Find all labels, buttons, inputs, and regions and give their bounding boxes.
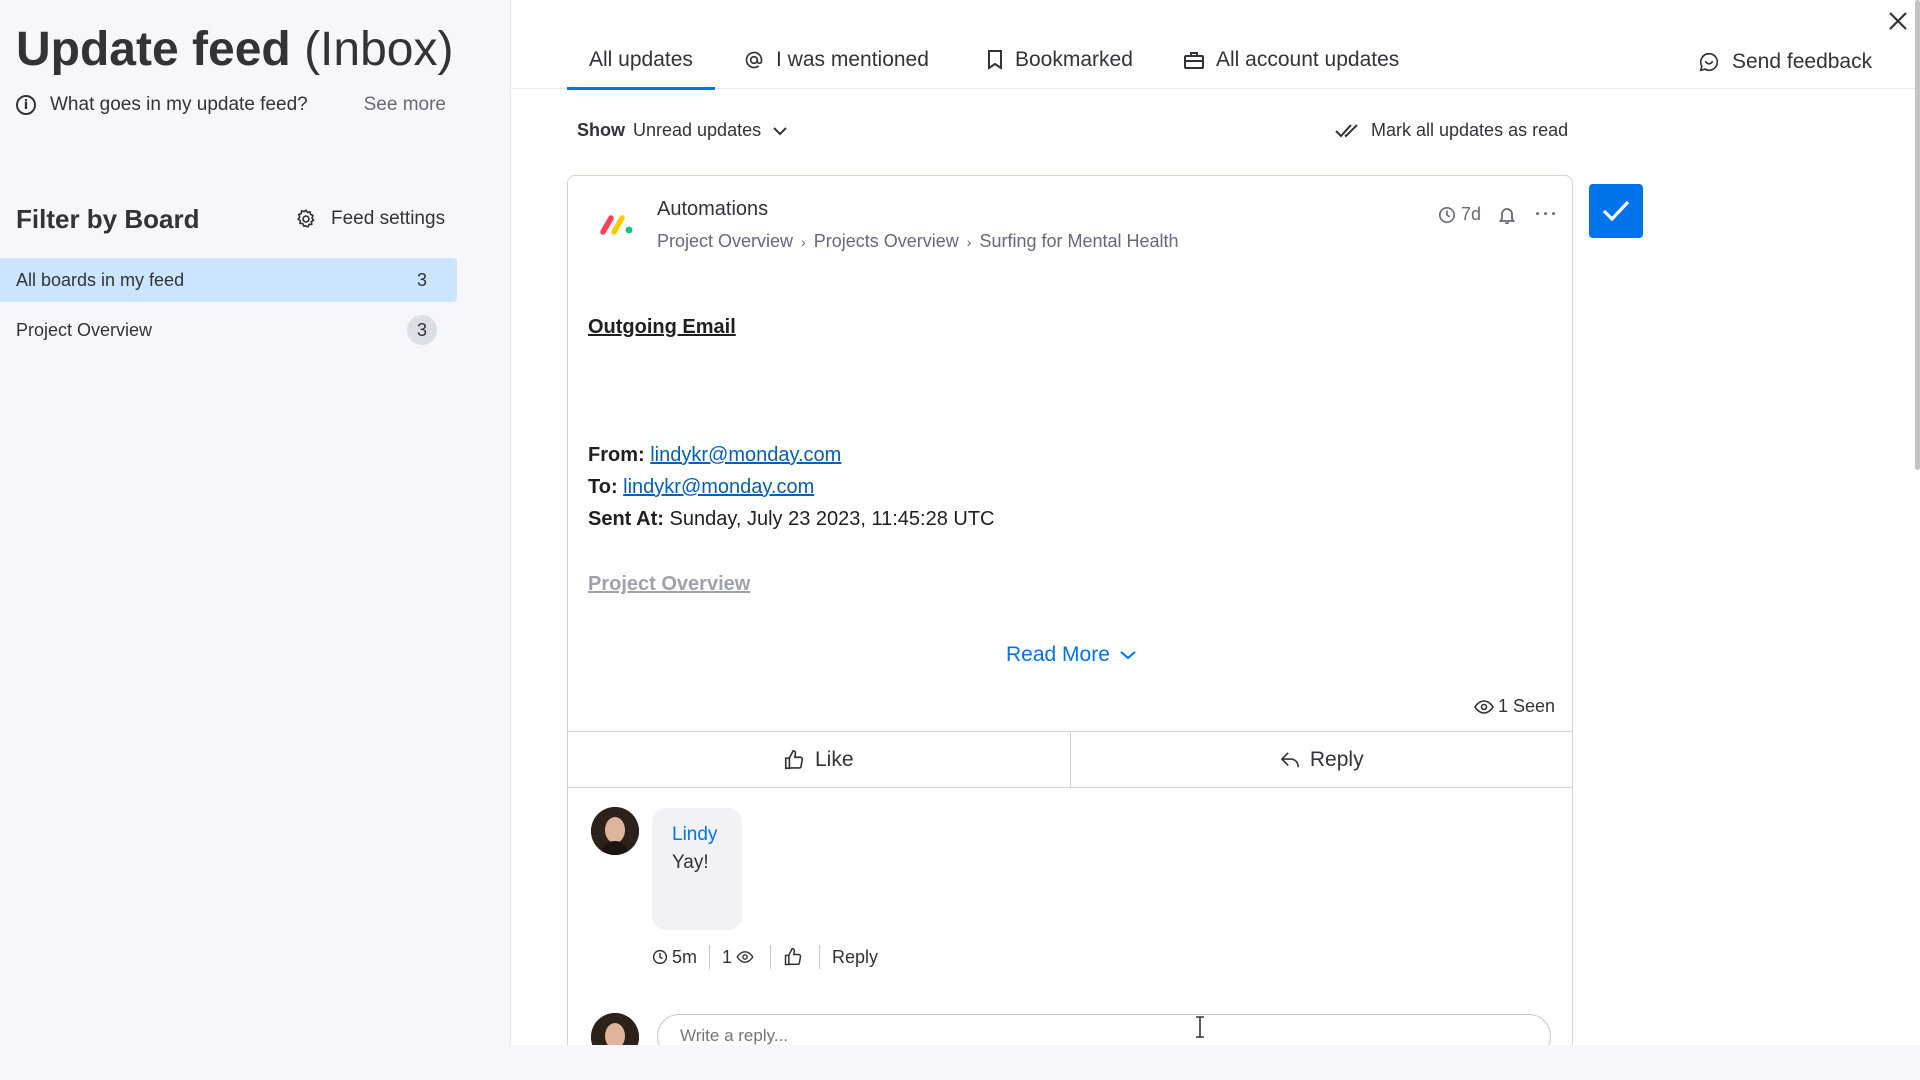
reply-reply-label: Reply <box>832 946 879 967</box>
email-from-label: From: <box>588 444 645 466</box>
info-icon: i <box>16 95 36 115</box>
update-sender[interactable]: Automations <box>657 198 768 221</box>
info-row: i What goes in my update feed? See more <box>16 92 446 118</box>
tab-i-was-mentioned[interactable]: I was mentioned <box>744 46 929 74</box>
reply-age-value: 5m <box>672 946 698 967</box>
tab-label: All updates <box>589 48 693 71</box>
board-item-all-boards[interactable]: All boards in my feed 3 <box>0 258 457 302</box>
reply-author[interactable]: Lindy <box>672 824 717 846</box>
reply-views[interactable]: 1 <box>709 945 770 969</box>
mark-all-read-button[interactable]: Mark all updates as read <box>1335 120 1568 141</box>
chevron-down-icon <box>1120 651 1136 660</box>
board-item-count: 3 <box>407 315 437 345</box>
breadcrumb: Project Overview › Projects Overview › S… <box>657 231 1179 252</box>
read-more-label: Read More <box>1006 643 1110 666</box>
bell-icon[interactable] <box>1499 206 1516 224</box>
tab-bar <box>511 0 1920 89</box>
email-sent-row: Sent At: Sunday, July 23 2023, 11:45:28 … <box>588 508 995 531</box>
page-title-main: Update feed <box>16 23 291 76</box>
show-label: Show <box>577 120 625 140</box>
see-more-link[interactable]: See more <box>364 94 446 116</box>
briefcase-icon <box>1184 52 1204 69</box>
email-to-row: To: lindykr@monday.com <box>588 476 814 499</box>
mark-read-checkbox[interactable] <box>1589 184 1643 238</box>
board-item-label: All boards in my feed <box>16 269 185 290</box>
email-to-link[interactable]: lindykr@monday.com <box>623 476 814 498</box>
thumbs-up-icon <box>784 947 802 966</box>
chevron-right-icon: › <box>966 233 972 250</box>
reply-text: Yay! <box>672 852 709 873</box>
close-icon[interactable] <box>1885 8 1911 34</box>
breadcrumb-item[interactable]: Surfing for Mental Health <box>979 231 1178 252</box>
email-from-link[interactable]: lindykr@monday.com <box>650 444 841 466</box>
like-button[interactable]: Like <box>567 732 1070 787</box>
show-dropdown-value: Unread updates <box>633 120 762 140</box>
reply-age: 5m <box>652 945 709 969</box>
reply-like-button[interactable] <box>770 945 819 969</box>
bookmark-icon <box>988 50 1002 70</box>
update-age: 7d <box>1461 204 1482 224</box>
avatar[interactable] <box>591 807 639 855</box>
clock-icon <box>1438 206 1456 223</box>
bottom-strip <box>0 1045 1920 1080</box>
board-item-label: Project Overview <box>16 319 153 340</box>
show-filter: Show Unread updates <box>577 120 787 141</box>
clock-icon <box>652 949 668 965</box>
chevron-down-icon <box>773 126 787 135</box>
reply-meta: 5m 1 Reply <box>652 945 890 969</box>
tab-label: Bookmarked <box>1015 48 1133 71</box>
breadcrumb-item[interactable]: Project Overview <box>657 231 793 252</box>
update-actions: Like Reply <box>567 731 1573 788</box>
chevron-right-icon: › <box>801 233 806 250</box>
reply-label: Reply <box>1309 747 1364 771</box>
tab-all-updates[interactable]: All updates <box>567 46 715 90</box>
eye-icon <box>1474 699 1494 714</box>
eye-icon <box>736 951 754 963</box>
monday-logo-icon <box>600 215 633 235</box>
at-icon <box>745 51 763 69</box>
show-dropdown[interactable]: Unread updates <box>633 120 787 141</box>
feedback-icon <box>1699 52 1719 72</box>
update-meta: 7d ··· <box>1438 204 1559 225</box>
thumbs-up-icon <box>784 749 804 769</box>
filter-by-board-heading: Filter by Board <box>16 204 200 234</box>
email-sent-value: Sunday, July 23 2023, 11:45:28 UTC <box>669 508 995 530</box>
seen-indicator[interactable]: 1 Seen <box>1474 696 1555 717</box>
tab-bookmarked[interactable]: Bookmarked <box>987 46 1133 74</box>
reply-reply-button[interactable]: Reply <box>819 945 890 969</box>
reply-views-count: 1 <box>722 946 733 967</box>
page-title-sub: (Inbox) <box>304 23 454 76</box>
feed-settings-button[interactable]: Feed settings <box>295 208 445 230</box>
checkmark-icon <box>1602 200 1630 222</box>
breadcrumb-item[interactable]: Projects Overview <box>814 231 959 252</box>
text-cursor-icon <box>1196 1016 1204 1038</box>
send-feedback-button[interactable]: Send feedback <box>1698 50 1872 74</box>
email-from-row: From: lindykr@monday.com <box>588 444 841 467</box>
like-label: Like <box>814 747 854 771</box>
info-text: What goes in my update feed? <box>50 94 308 115</box>
read-more-button[interactable]: Read More <box>1006 643 1136 667</box>
tab-label: I was mentioned <box>776 48 929 71</box>
sidebar: Update feed (Inbox) i What goes in my up… <box>0 0 511 1045</box>
email-sent-label: Sent At: <box>588 508 664 530</box>
seen-count: 1 Seen <box>1498 696 1556 716</box>
project-overview-link[interactable]: Project Overview <box>588 573 750 596</box>
feed-settings-label: Feed settings <box>331 208 446 229</box>
email-to-label: To: <box>588 476 618 498</box>
reply-icon <box>1280 751 1299 767</box>
board-item-project-overview[interactable]: Project Overview 3 <box>0 308 457 352</box>
page-title: Update feed (Inbox) <box>16 22 453 77</box>
tab-all-account-updates[interactable]: All account updates <box>1184 46 1399 74</box>
double-check-icon <box>1335 123 1358 137</box>
more-options-icon[interactable]: ··· <box>1535 204 1559 225</box>
tab-label: All account updates <box>1216 48 1400 71</box>
email-heading: Outgoing Email <box>588 316 736 338</box>
gear-icon <box>297 209 315 228</box>
send-feedback-label: Send feedback <box>1732 50 1873 73</box>
board-item-count: 3 <box>416 269 427 290</box>
mark-all-read-label: Mark all updates as read <box>1371 120 1569 140</box>
scrollbar[interactable] <box>1915 0 1920 470</box>
avatar-image <box>591 807 639 855</box>
reply-button[interactable]: Reply <box>1069 732 1574 787</box>
